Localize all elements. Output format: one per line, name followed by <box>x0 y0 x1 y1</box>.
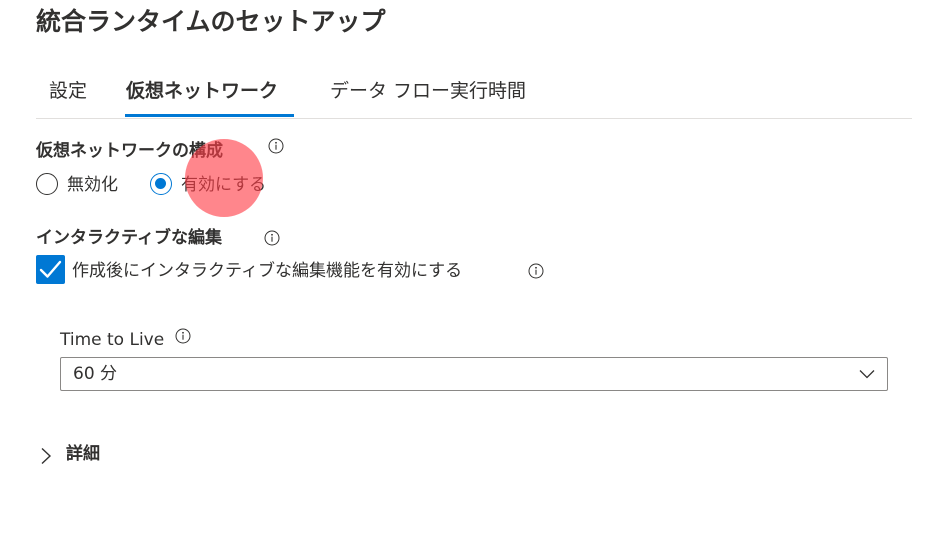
radio-disable[interactable] <box>36 173 58 195</box>
active-tab-indicator <box>125 114 294 117</box>
time-to-live-dropdown[interactable]: 60 分 <box>60 357 888 391</box>
vnet-config-label: 仮想ネットワークの構成 <box>36 141 223 161</box>
page-title: 統合ランタイムのセットアップ <box>36 7 386 36</box>
radio-disable-label[interactable]: 無効化 <box>67 172 118 198</box>
info-icon[interactable] <box>268 138 284 154</box>
info-icon[interactable] <box>264 230 280 246</box>
chevron-right-icon <box>41 447 52 465</box>
radio-enable[interactable] <box>150 173 172 195</box>
tab-bar: 設定 仮想ネットワーク データ フロー実行時間 <box>36 70 912 119</box>
checkmark-icon <box>39 260 62 278</box>
radio-enable-label[interactable]: 有効にする <box>181 172 266 198</box>
info-icon[interactable] <box>528 263 544 279</box>
tab-settings[interactable]: 設定 <box>49 76 87 106</box>
interactive-authoring-checkbox-label[interactable]: 作成後にインタラクティブな編集機能を有効にする <box>72 258 462 284</box>
chevron-down-icon <box>859 370 875 379</box>
tab-data-flow-runtime[interactable]: データ フロー実行時間 <box>330 76 526 106</box>
tab-virtual-network[interactable]: 仮想ネットワーク <box>126 76 278 106</box>
interactive-authoring-checkbox[interactable] <box>36 255 65 284</box>
time-to-live-value: 60 分 <box>73 364 118 384</box>
details-label: 詳細 <box>66 444 100 464</box>
info-icon[interactable] <box>175 328 191 344</box>
interactive-authoring-label: インタラクティブな編集 <box>36 228 222 248</box>
time-to-live-label: Time to Live <box>60 330 165 350</box>
